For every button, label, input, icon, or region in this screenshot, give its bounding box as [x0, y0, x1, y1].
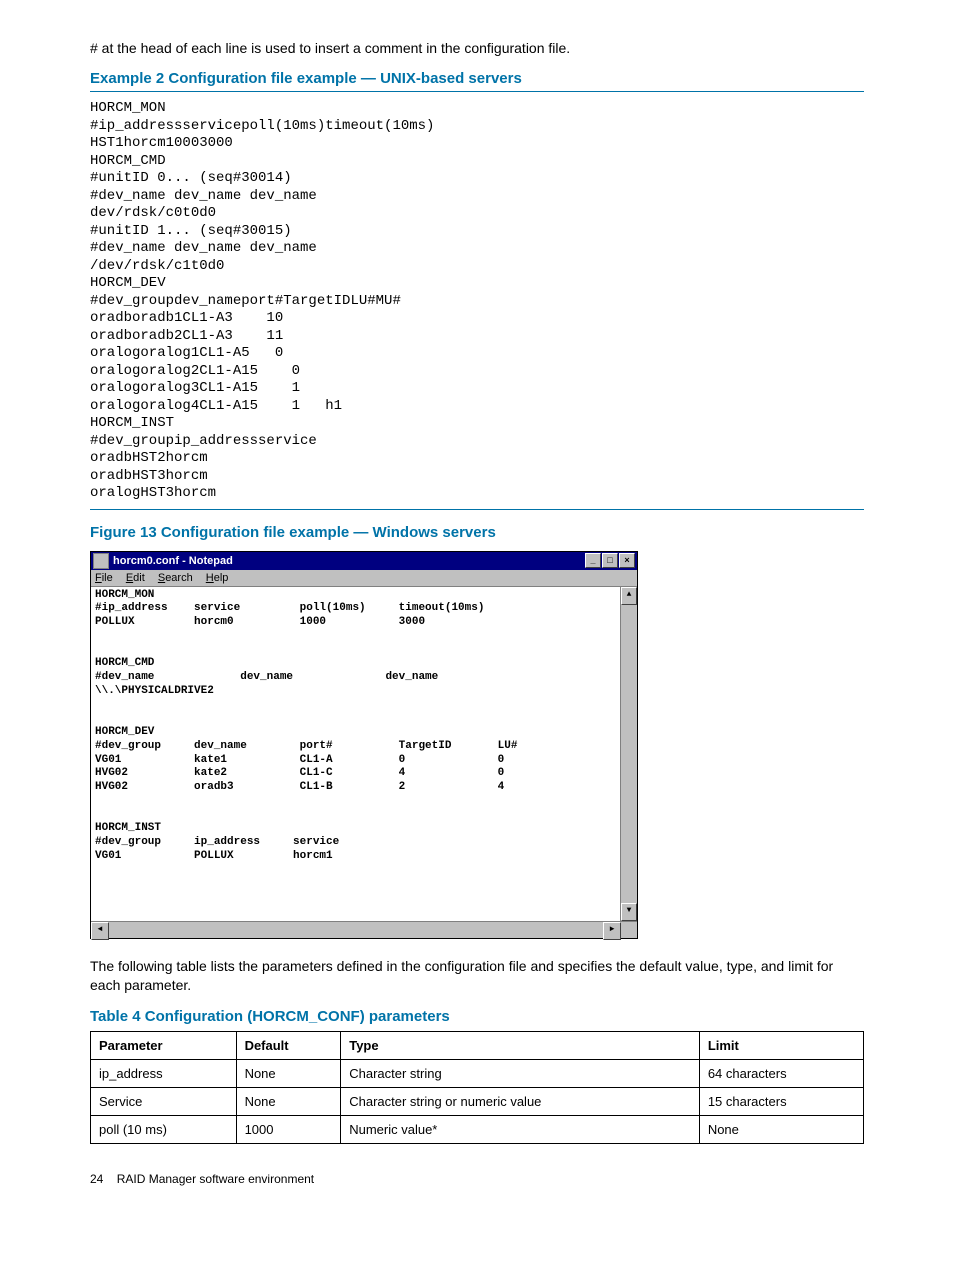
- cell: poll (10 ms): [91, 1115, 237, 1143]
- menu-file[interactable]: File: [95, 572, 113, 584]
- notepad-title: horcm0.conf - Notepad: [113, 555, 233, 567]
- maximize-button[interactable]: □: [602, 553, 618, 568]
- cell: Character string: [341, 1059, 700, 1087]
- menu-search[interactable]: Search: [158, 572, 193, 584]
- cell: None: [236, 1059, 341, 1087]
- notepad-menubar: File Edit Search Help: [91, 570, 637, 587]
- example2-heading: Example 2 Configuration file example — U…: [90, 70, 864, 87]
- cell: None: [236, 1087, 341, 1115]
- scroll-down-button[interactable]: ▼: [621, 903, 637, 921]
- horizontal-scrollbar[interactable]: ◄ ►: [91, 921, 637, 938]
- menu-edit[interactable]: Edit: [126, 572, 145, 584]
- notepad-window: horcm0.conf - Notepad _ □ × File Edit Se…: [90, 551, 638, 939]
- page-number: 24: [90, 1172, 103, 1186]
- scroll-left-button[interactable]: ◄: [91, 922, 109, 940]
- window-controls: _ □ ×: [585, 553, 635, 568]
- figure13-screenshot: horcm0.conf - Notepad _ □ × File Edit Se…: [90, 551, 864, 939]
- table4-heading: Table 4 Configuration (HORCM_CONF) param…: [90, 1008, 864, 1025]
- cell: 1000: [236, 1115, 341, 1143]
- divider: [90, 509, 864, 510]
- notepad-icon: [93, 553, 109, 569]
- table-row: poll (10 ms) 1000 Numeric value* None: [91, 1115, 864, 1143]
- cell: ip_address: [91, 1059, 237, 1087]
- divider: [90, 91, 864, 92]
- footer-section: RAID Manager software environment: [117, 1172, 314, 1186]
- table-row: ip_address None Character string 64 char…: [91, 1059, 864, 1087]
- cell: 15 characters: [699, 1087, 863, 1115]
- notepad-content[interactable]: HORCM_MON #ip_address service poll(10ms)…: [91, 587, 620, 921]
- cell: 64 characters: [699, 1059, 863, 1087]
- page-footer: 24 RAID Manager software environment: [90, 1172, 864, 1186]
- cell: Service: [91, 1087, 237, 1115]
- cell: Numeric value*: [341, 1115, 700, 1143]
- vertical-scrollbar[interactable]: ▲ ▼: [620, 587, 637, 921]
- header-limit: Limit: [699, 1031, 863, 1059]
- header-type: Type: [341, 1031, 700, 1059]
- table-header-row: Parameter Default Type Limit: [91, 1031, 864, 1059]
- cell: None: [699, 1115, 863, 1143]
- table-row: Service None Character string or numeric…: [91, 1087, 864, 1115]
- scroll-up-button[interactable]: ▲: [621, 587, 637, 605]
- minimize-button[interactable]: _: [585, 553, 601, 568]
- table4: Parameter Default Type Limit ip_address …: [90, 1031, 864, 1144]
- figure13-heading: Figure 13 Configuration file example — W…: [90, 524, 864, 541]
- intro-text: # at the head of each line is used to in…: [90, 40, 864, 56]
- example2-code: HORCM_MON #ip_addressservicepoll(10ms)ti…: [90, 100, 864, 503]
- cell: Character string or numeric value: [341, 1087, 700, 1115]
- table-intro-text: The following table lists the parameters…: [90, 957, 864, 996]
- close-button[interactable]: ×: [619, 553, 635, 568]
- header-parameter: Parameter: [91, 1031, 237, 1059]
- scroll-right-button[interactable]: ►: [603, 922, 621, 940]
- menu-help[interactable]: Help: [206, 572, 229, 584]
- header-default: Default: [236, 1031, 341, 1059]
- resize-grip[interactable]: [621, 922, 637, 938]
- notepad-titlebar: horcm0.conf - Notepad _ □ ×: [91, 552, 637, 570]
